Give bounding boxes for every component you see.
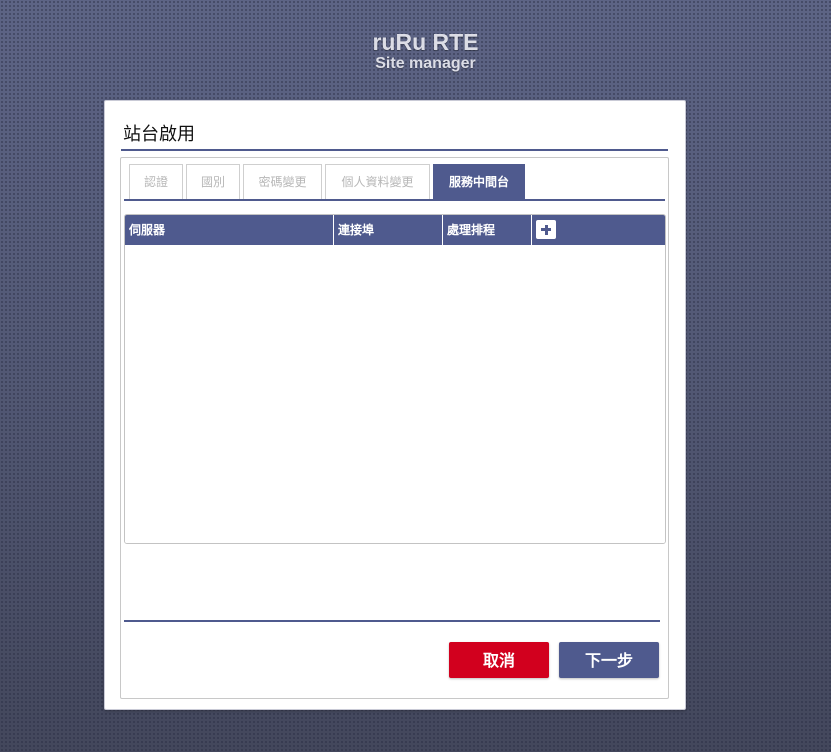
column-header-port[interactable]: 連接埠 xyxy=(334,215,443,245)
tabs-divider xyxy=(124,199,665,201)
grid-body xyxy=(125,245,665,543)
grid-header: 伺服器 連接埠 處理排程 xyxy=(125,215,665,245)
cancel-button[interactable]: 取消 xyxy=(449,642,549,678)
tab-authentication[interactable]: 認證 xyxy=(129,164,183,199)
column-header-actions xyxy=(532,215,665,245)
setup-panel: 站台啟用 認證 國別 密碼變更 個人資料變更 服務中間台 伺服器 連接埠 處理排… xyxy=(104,100,686,710)
tab-country[interactable]: 國別 xyxy=(186,164,240,199)
server-grid: 伺服器 連接埠 處理排程 xyxy=(124,214,666,544)
app-subtitle: Site manager xyxy=(375,55,476,72)
tab-service-middleware[interactable]: 服務中間台 xyxy=(433,164,525,199)
brand-header: ruRu RTE Site manager xyxy=(0,30,831,73)
column-header-schedule[interactable]: 處理排程 xyxy=(443,215,532,245)
page-title: 站台啟用 xyxy=(123,124,195,145)
tab-bar: 認證 國別 密碼變更 個人資料變更 服務中間台 xyxy=(129,164,525,200)
column-header-server[interactable]: 伺服器 xyxy=(125,215,334,245)
footer-divider xyxy=(124,620,660,622)
heading-divider xyxy=(121,149,668,151)
next-button[interactable]: 下一步 xyxy=(559,642,659,678)
tab-password-change[interactable]: 密碼變更 xyxy=(243,164,322,199)
app-title: ruRu RTE xyxy=(372,29,479,55)
content-box: 認證 國別 密碼變更 個人資料變更 服務中間台 伺服器 連接埠 處理排程 取消 … xyxy=(120,157,669,699)
tab-profile-change[interactable]: 個人資料變更 xyxy=(325,164,430,199)
plus-icon[interactable] xyxy=(536,220,556,239)
